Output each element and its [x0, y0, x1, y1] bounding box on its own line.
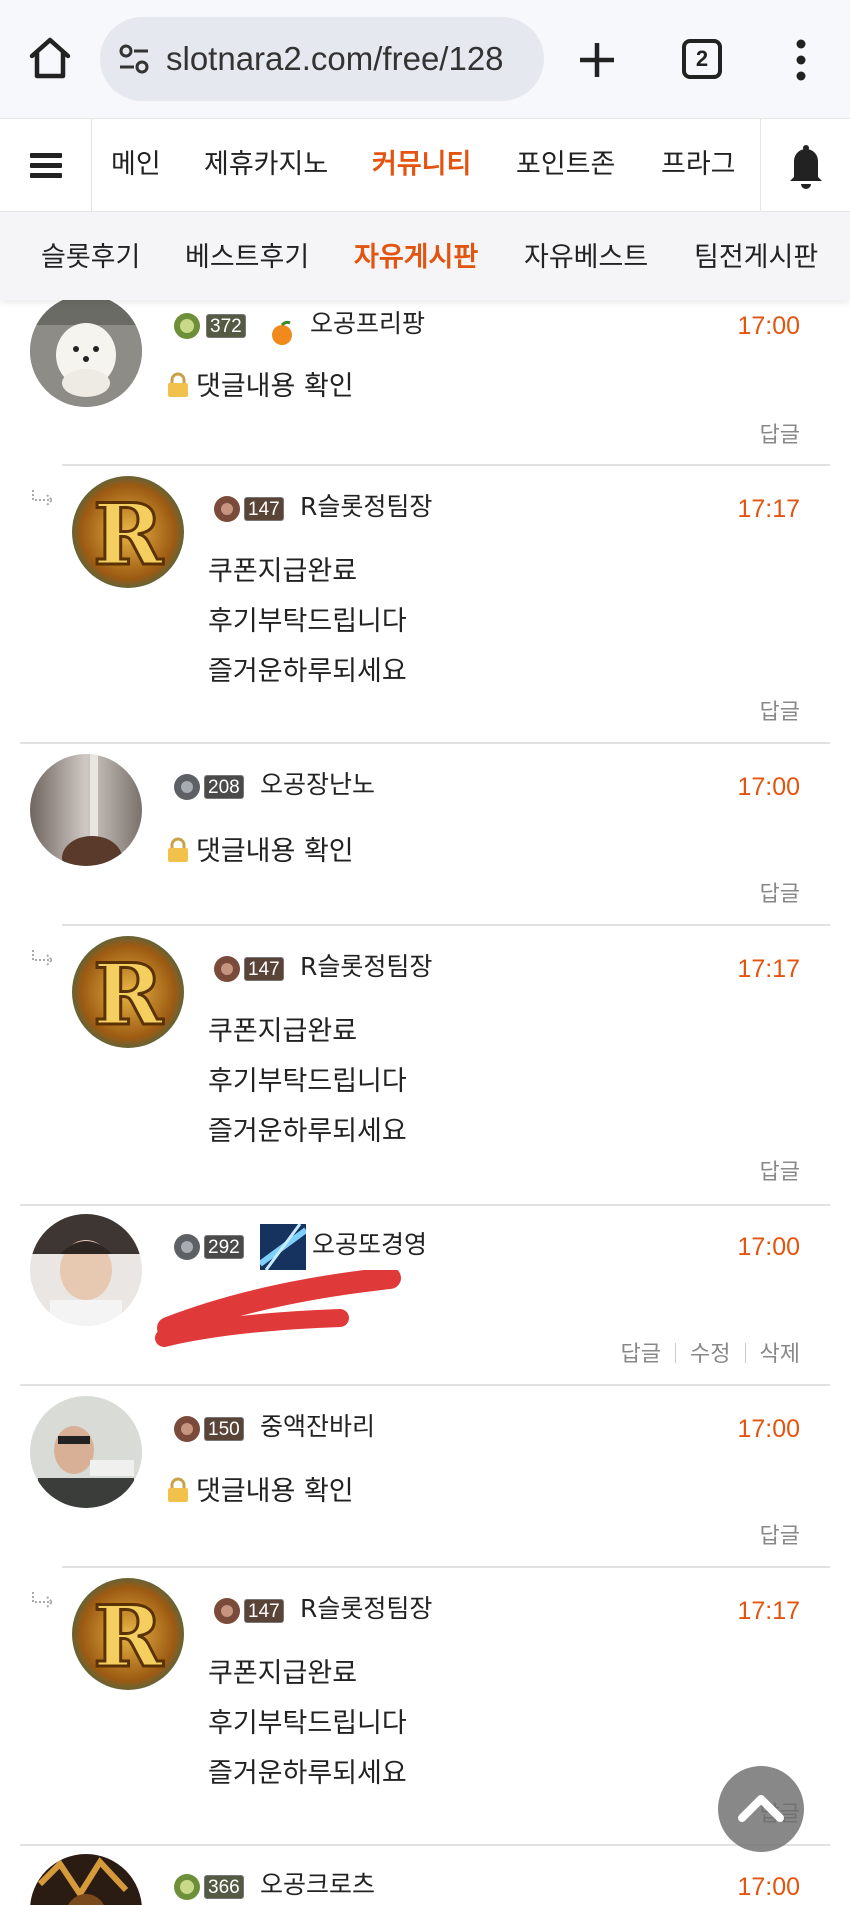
- comment-nickname[interactable]: 오공장난노: [260, 768, 375, 802]
- comment-time: 17:17: [737, 955, 800, 983]
- avatar: [30, 1854, 142, 1905]
- nav-item-main[interactable]: 메인: [111, 119, 161, 211]
- comment-line: 후기부탁드립니다: [208, 606, 407, 637]
- comment-time: 17:17: [737, 495, 800, 523]
- comment-nickname[interactable]: 중액잔바리: [260, 1410, 375, 1444]
- orange-icon: [272, 320, 292, 345]
- level-badge: 366: [172, 1872, 254, 1902]
- board-sub-nav: 슬롯후기 베스트후기 자유게시판 자유베스트 팀전게시판: [0, 212, 850, 300]
- profile-badge-icon: [260, 1224, 306, 1270]
- svg-text:R: R: [93, 1587, 164, 1686]
- locked-comment-text: 댓글내용 확인: [196, 836, 354, 867]
- reply-button[interactable]: 답글: [760, 880, 800, 910]
- level-badge: 147: [212, 954, 296, 984]
- comment-line: 쿠폰지급완료: [208, 1016, 358, 1047]
- comment-item: 292 오공또경영 17:00 답글 수정 삭제: [0, 1206, 850, 1384]
- reply-arrow-icon: [32, 1592, 54, 1608]
- nav-item-casino[interactable]: 제휴카지노: [204, 119, 328, 211]
- comment-reply-item: R 147 R슬롯정팀장 17:17 쿠폰지급완료 후기부탁드립니다 즐거운하루…: [0, 926, 850, 1202]
- nav-item-prag[interactable]: 프라그: [661, 119, 736, 211]
- reply-button[interactable]: 답글: [760, 698, 800, 728]
- svg-text:R: R: [93, 485, 164, 584]
- menu-icon[interactable]: [0, 119, 92, 211]
- level-badge: 292: [172, 1232, 254, 1262]
- new-tab-icon[interactable]: [570, 33, 624, 87]
- edit-button[interactable]: 수정: [690, 1342, 730, 1367]
- chevron-up-icon: [738, 1795, 784, 1822]
- comment-time: 17:00: [737, 773, 800, 801]
- comment-nickname[interactable]: 오공크로츠: [260, 1868, 375, 1902]
- reply-button[interactable]: 답글: [621, 1342, 661, 1367]
- avatar: [30, 295, 142, 407]
- comment-time: 17:00: [737, 312, 800, 340]
- comment-nickname[interactable]: R슬롯정팀장: [300, 490, 432, 524]
- level-badge: 150: [172, 1414, 254, 1444]
- sub-item-team-board[interactable]: 팀전게시판: [694, 212, 818, 304]
- sub-item-free-board[interactable]: 자유게시판: [354, 212, 478, 304]
- tab-switcher-button[interactable]: 2: [682, 39, 722, 79]
- reply-button[interactable]: 답글: [760, 421, 800, 451]
- bell-icon[interactable]: [760, 119, 850, 211]
- locked-comment-text: 댓글내용 확인: [196, 1476, 354, 1507]
- lock-icon: [166, 837, 190, 863]
- comment-line: 후기부탁드립니다: [208, 1066, 407, 1097]
- reply-button[interactable]: 답글: [760, 1522, 800, 1552]
- reply-arrow-icon: [32, 950, 54, 966]
- comment-time: 17:00: [737, 1233, 800, 1261]
- nav-item-community[interactable]: 커뮤니티: [372, 119, 471, 211]
- comment-item: 366 오공크로츠 17:00: [0, 1846, 850, 1905]
- address-bar[interactable]: slotnara2.com/free/128: [100, 17, 544, 101]
- comment-actions: 답글 수정 삭제: [621, 1340, 800, 1370]
- locked-comment[interactable]: 댓글내용 확인: [166, 1474, 354, 1510]
- comment-line: 쿠폰지급완료: [208, 556, 358, 587]
- locked-comment[interactable]: 댓글내용 확인: [166, 834, 354, 870]
- avatar: [30, 1214, 142, 1326]
- delete-button[interactable]: 삭제: [760, 1342, 800, 1367]
- nav-item-pointzone[interactable]: 포인트존: [516, 119, 615, 211]
- svg-text:R: R: [93, 945, 164, 1044]
- comment-time: 17:00: [737, 1415, 800, 1443]
- level-badge: 208: [172, 772, 254, 802]
- comment-time: 17:17: [737, 1597, 800, 1625]
- avatar: [30, 754, 142, 866]
- comment-line: 쿠폰지급완료: [208, 1658, 358, 1689]
- avatar: R: [72, 1578, 184, 1690]
- redaction-mark: [155, 1270, 401, 1347]
- reply-arrow-icon: [32, 490, 54, 506]
- site-settings-icon[interactable]: [116, 41, 152, 77]
- comment-reply-item: R 147 R슬롯정팀장 17:17 쿠폰지급완료 후기부탁드립니다 즐거운하루…: [0, 466, 850, 742]
- more-menu-icon[interactable]: [784, 36, 818, 84]
- comment-line: 후기부탁드립니다: [208, 1708, 407, 1739]
- sub-item-best-review[interactable]: 베스트후기: [185, 212, 309, 304]
- comment-nickname[interactable]: 오공프리팡: [310, 307, 425, 341]
- avatar: R: [72, 476, 184, 588]
- comment-item: 372 오공프리팡 17:00 댓글내용 확인 답글: [0, 295, 850, 465]
- site-main-nav: 메인 제휴카지노 커뮤니티 포인트존 프라그: [0, 118, 850, 212]
- locked-comment[interactable]: 댓글내용 확인: [166, 369, 354, 405]
- home-icon[interactable]: [22, 30, 78, 86]
- sub-item-free-best[interactable]: 자유베스트: [524, 212, 648, 304]
- avatar: [30, 1396, 142, 1508]
- avatar: R: [72, 936, 184, 1048]
- reply-button[interactable]: 답글: [760, 1158, 800, 1188]
- locked-comment-text: 댓글내용 확인: [196, 371, 354, 402]
- level-badge: 147: [212, 1596, 296, 1626]
- comment-line: 즐거운하루되세요: [208, 1758, 407, 1789]
- level-badge: 147: [212, 494, 296, 524]
- comment-nickname[interactable]: R슬롯정팀장: [300, 1592, 432, 1626]
- comment-nickname[interactable]: 오공또경영: [312, 1228, 427, 1262]
- scroll-top-button[interactable]: [718, 1766, 804, 1852]
- comment-item: 150 중액잔바리 17:00 댓글내용 확인 답글: [0, 1386, 850, 1566]
- level-badge: 372: [172, 311, 254, 341]
- url-text: slotnara2.com/free/128: [166, 40, 504, 77]
- comment-nickname[interactable]: R슬롯정팀장: [300, 950, 432, 984]
- comment-line: 즐거운하루되세요: [208, 1116, 407, 1147]
- lock-icon: [166, 372, 190, 398]
- comment-line: 즐거운하루되세요: [208, 656, 407, 687]
- comment-time: 17:00: [737, 1873, 800, 1901]
- sub-item-slot-review[interactable]: 슬롯후기: [41, 212, 140, 304]
- comment-item: 208 오공장난노 17:00 댓글내용 확인 답글: [0, 744, 850, 924]
- browser-toolbar: slotnara2.com/free/128 2: [0, 0, 850, 118]
- lock-icon: [166, 1477, 190, 1503]
